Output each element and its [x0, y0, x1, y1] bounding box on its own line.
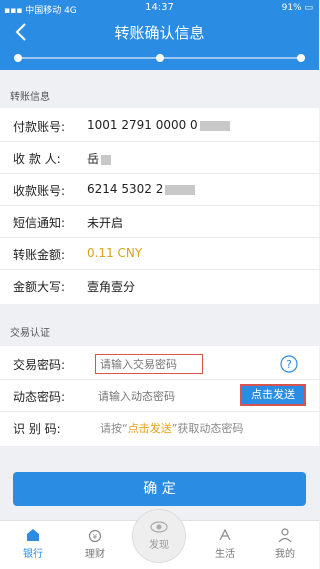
- tab-life-label: 生活: [215, 549, 235, 560]
- masked-area: [165, 184, 196, 195]
- user-icon: [278, 528, 292, 543]
- payer-account-label: 付款账号:: [13, 120, 66, 134]
- row-payer-account: 付款账号: 1001 2791 0000 0: [0, 110, 319, 142]
- row-payee: 收 款 人: 岳: [0, 142, 319, 174]
- row-payee-account: 收款账号: 6214 5302 2: [0, 174, 319, 206]
- trade-password-label: 交易密码:: [13, 358, 66, 372]
- tab-finance-label: 理财: [85, 549, 105, 560]
- payee-label: 收 款 人:: [13, 152, 61, 166]
- sms-notice-label: 短信通知:: [13, 216, 66, 230]
- bank-icon: [27, 529, 39, 541]
- tab-finance[interactable]: ¥ 理财: [70, 527, 120, 567]
- tab-discover[interactable]: 发现: [132, 509, 186, 563]
- tab-mine[interactable]: 我的: [260, 527, 310, 567]
- payer-account-value: 1001 2791 0000 0: [87, 118, 230, 132]
- row-dynamic-password: 动态密码: 点击发送: [0, 380, 319, 412]
- row-amount-words: 金额大写: 壹角壹分: [0, 270, 319, 302]
- life-icon: [219, 528, 231, 541]
- amount-words-label: 金额大写:: [13, 280, 66, 294]
- sms-notice-value: 未开启: [87, 216, 124, 230]
- section-label-transfer: 转账信息: [10, 92, 50, 103]
- payee-account-value: 6214 5302 2: [87, 182, 196, 196]
- status-right: 91% ▭: [282, 3, 313, 13]
- row-trade-password: 交易密码: ?: [0, 348, 319, 380]
- confirm-button[interactable]: 确 定: [13, 472, 306, 506]
- masked-area: [199, 120, 230, 131]
- svg-text:¥: ¥: [93, 533, 98, 541]
- nav-bar: 转账确认信息: [0, 16, 319, 48]
- status-bar: ▪▪▪ 中国移动 4G 14:37 91% ▭: [0, 0, 319, 16]
- auth-card: 交易密码: ? 动态密码: 点击发送 识 别 码: 请按“点击发送”获取动态密码: [0, 346, 319, 446]
- status-time: 14:37: [145, 2, 174, 13]
- section-label-auth: 交易认证: [10, 328, 50, 339]
- dynamic-password-input[interactable]: [98, 388, 228, 404]
- tab-bank-label: 银行: [23, 549, 43, 560]
- identify-code-label: 识 别 码:: [13, 422, 61, 436]
- battery-icon: ▭: [304, 3, 313, 13]
- dynamic-password-label: 动态密码:: [13, 390, 66, 404]
- tab-mine-label: 我的: [275, 549, 295, 560]
- payee-account-label: 收款账号:: [13, 184, 66, 198]
- trade-password-input[interactable]: [95, 354, 203, 374]
- tab-bar: 银行 ¥ 理财 发现 生活 我的: [0, 509, 319, 569]
- stepper-dot-1: [14, 54, 22, 62]
- payee-value: 岳: [87, 150, 112, 167]
- amount-value: 0.11 CNY: [87, 246, 143, 260]
- amount-label: 转账金额:: [13, 248, 66, 262]
- tab-bank[interactable]: 银行: [8, 527, 58, 567]
- identify-code-hint: 请按“点击发送”获取动态密码: [100, 422, 244, 435]
- transfer-info-card: 付款账号: 1001 2791 0000 0 收 款 人: 岳 收款账号: 62…: [0, 108, 319, 304]
- row-amount: 转账金额: 0.11 CNY: [0, 238, 319, 270]
- row-identify-code: 识 别 码: 请按“点击发送”获取动态密码: [0, 412, 319, 444]
- tab-life[interactable]: 生活: [200, 527, 250, 567]
- tab-discover-label: 发现: [149, 540, 169, 551]
- amount-words-value: 壹角壹分: [87, 280, 136, 294]
- money-bag-icon: ¥: [88, 529, 102, 543]
- eye-icon: [150, 521, 168, 533]
- svg-text:?: ?: [286, 358, 292, 371]
- help-icon[interactable]: ?: [280, 355, 298, 373]
- stepper-dot-2: [156, 54, 164, 62]
- stepper-dot-3: [297, 54, 305, 62]
- row-sms-notice: 短信通知: 未开启: [0, 206, 319, 238]
- progress-stepper: [14, 54, 305, 62]
- page-title: 转账确认信息: [114, 24, 205, 42]
- send-code-button[interactable]: 点击发送: [240, 384, 306, 406]
- hint-highlight: 点击发送: [127, 422, 172, 435]
- masked-area: [101, 154, 112, 165]
- battery-text: 91%: [281, 3, 302, 13]
- header: ▪▪▪ 中国移动 4G 14:37 91% ▭ 转账确认信息: [0, 0, 319, 70]
